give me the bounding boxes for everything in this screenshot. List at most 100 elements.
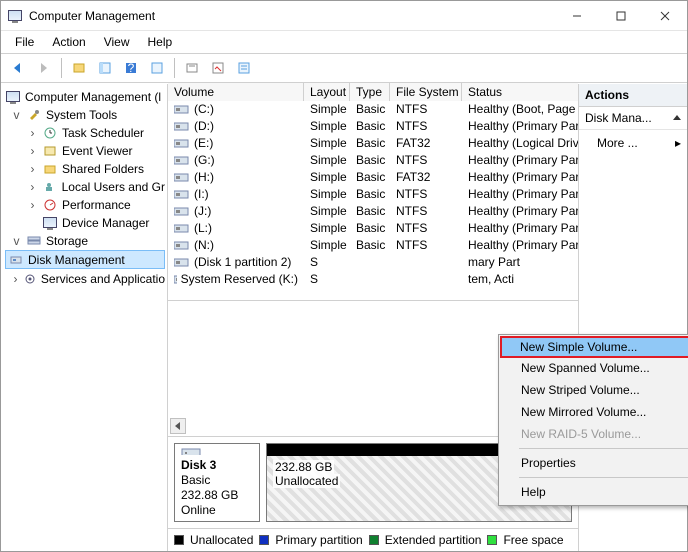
properties-button[interactable]	[146, 57, 168, 79]
col-header-filesystem[interactable]: File System	[390, 83, 462, 101]
minimize-button[interactable]	[555, 1, 599, 31]
refresh-button[interactable]	[181, 57, 203, 79]
volume-row[interactable]: (Disk 1 partition 2)Smary Part	[168, 254, 578, 271]
volume-row[interactable]: (D:)SimpleBasicNTFSHealthy (Primary Part	[168, 118, 578, 135]
volume-status: Healthy (Primary Part	[462, 204, 578, 218]
menu-action[interactable]: Action	[44, 33, 93, 51]
col-header-type[interactable]: Type	[350, 83, 390, 101]
ctx-new-simple-volume[interactable]: New Simple Volume...	[500, 336, 688, 358]
volume-name: (I:)	[194, 187, 209, 201]
volume-list[interactable]: (C:)SimpleBasicNTFSHealthy (Boot, Page F…	[168, 101, 578, 301]
volume-row[interactable]: (N:)SimpleBasicNTFSHealthy (Primary Part	[168, 237, 578, 254]
up-button[interactable]	[68, 57, 90, 79]
toolbar: ?	[1, 54, 687, 83]
expand-icon[interactable]: ›	[27, 162, 38, 176]
disk-management-label: Disk Management	[28, 253, 125, 267]
volume-type: Basic	[350, 119, 390, 133]
col-header-status[interactable]: Status	[462, 83, 578, 101]
volume-row[interactable]: (J:)SimpleBasicNTFSHealthy (Primary Part	[168, 203, 578, 220]
volume-row[interactable]: (L:)SimpleBasicNTFSHealthy (Primary Part	[168, 220, 578, 237]
expand-icon[interactable]: ›	[27, 126, 38, 140]
console-tree[interactable]: Computer Management (l v System Tools › T…	[1, 84, 168, 551]
volume-name: (E:)	[194, 136, 213, 150]
volume-icon	[174, 206, 190, 217]
disk3-info[interactable]: Disk 3 Basic 232.88 GB Online	[174, 443, 260, 522]
tree-node-performance[interactable]: ›Performance	[5, 196, 165, 213]
tree-node-device-manager[interactable]: Device Manager	[5, 214, 165, 231]
volume-row[interactable]: (I:)SimpleBasicNTFSHealthy (Primary Part	[168, 186, 578, 203]
ctx-new-mirrored-volume[interactable]: New Mirrored Volume...	[501, 401, 688, 423]
volume-filesystem: FAT32	[390, 170, 462, 184]
menu-help[interactable]: Help	[140, 33, 181, 51]
volume-list-header[interactable]: Volume Layout Type File System Status	[168, 84, 578, 101]
tree-root-node[interactable]: Computer Management (l	[5, 88, 165, 105]
ctx-new-spanned-volume[interactable]: New Spanned Volume...	[501, 357, 688, 379]
forward-button[interactable]	[33, 57, 55, 79]
scroll-left-button[interactable]	[170, 418, 186, 434]
volume-row[interactable]: (G:)SimpleBasicNTFSHealthy (Primary Part	[168, 152, 578, 169]
context-menu: New Simple Volume... New Spanned Volume.…	[498, 334, 688, 506]
help-button[interactable]: ?	[120, 57, 142, 79]
storage-icon	[26, 233, 42, 249]
expand-icon[interactable]: ›	[11, 272, 20, 286]
ctx-help[interactable]: Help	[501, 481, 688, 503]
menu-file[interactable]: File	[7, 33, 42, 51]
tree-node-services[interactable]: › Services and Applicatio	[5, 270, 165, 287]
col-header-volume[interactable]: Volume	[168, 83, 304, 101]
volume-status: Healthy (Logical Drive	[462, 136, 578, 150]
collapse-icon[interactable]: v	[11, 108, 22, 122]
show-hide-console-tree-button[interactable]	[94, 57, 116, 79]
settings-button[interactable]	[207, 57, 229, 79]
legend-unallocated: Unallocated	[190, 533, 253, 547]
ctx-properties[interactable]: Properties	[501, 452, 688, 474]
list-button[interactable]	[233, 57, 255, 79]
menu-view[interactable]: View	[96, 33, 138, 51]
volume-row[interactable]: (H:)SimpleBasicFAT32Healthy (Primary Par…	[168, 169, 578, 186]
disk-icon	[181, 448, 201, 455]
volume-name: (C:)	[194, 102, 214, 116]
tree-node-shared-folders[interactable]: ›Shared Folders	[5, 160, 165, 177]
volume-icon	[174, 189, 190, 200]
legend-free: Free space	[503, 533, 563, 547]
volume-filesystem: FAT32	[390, 136, 462, 150]
tree-node-disk-management[interactable]: Disk Management	[5, 250, 165, 269]
volume-icon	[174, 257, 190, 268]
actions-more[interactable]: More ... ▸	[579, 130, 687, 156]
disk3-name: Disk 3	[181, 458, 255, 472]
legend: Unallocated Primary partition Extended p…	[168, 529, 578, 551]
services-icon	[24, 271, 37, 287]
back-button[interactable]	[7, 57, 29, 79]
expand-icon[interactable]: ›	[27, 144, 38, 158]
tools-icon	[26, 107, 42, 123]
tree-node-storage[interactable]: v Storage	[5, 232, 165, 249]
expand-icon[interactable]: ›	[27, 180, 38, 194]
maximize-button[interactable]	[599, 1, 643, 31]
tree-label: Task Scheduler	[62, 126, 144, 140]
volume-row[interactable]: (C:)SimpleBasicNTFSHealthy (Boot, Page F	[168, 101, 578, 118]
legend-swatch-extended	[369, 535, 379, 545]
volume-row[interactable]: System Reserved (K:)Stem, Acti	[168, 271, 578, 288]
users-icon	[42, 179, 58, 195]
volume-icon	[174, 121, 190, 132]
volume-name: (Disk 1 partition 2)	[194, 255, 291, 269]
tree-node-system-tools[interactable]: v System Tools	[5, 106, 165, 123]
col-header-layout[interactable]: Layout	[304, 83, 350, 101]
collapse-icon[interactable]: v	[11, 234, 22, 248]
ctx-new-raid5-volume: New RAID-5 Volume...	[501, 423, 688, 445]
ctx-new-striped-volume[interactable]: New Striped Volume...	[501, 379, 688, 401]
computer-icon	[5, 89, 21, 105]
tree-node-task-scheduler[interactable]: › Task Scheduler	[5, 124, 165, 141]
volume-type: Basic	[350, 187, 390, 201]
expand-icon[interactable]: ›	[27, 198, 38, 212]
close-button[interactable]	[643, 1, 687, 31]
performance-icon	[42, 197, 58, 213]
volume-status: Healthy (Primary Part	[462, 238, 578, 252]
volume-layout: Simple	[304, 221, 350, 235]
actions-section-disk-management[interactable]: Disk Mana...	[579, 107, 687, 130]
tree-node-event-viewer[interactable]: ›Event Viewer	[5, 142, 165, 159]
legend-swatch-primary	[259, 535, 269, 545]
volume-row[interactable]: (E:)SimpleBasicFAT32Healthy (Logical Dri…	[168, 135, 578, 152]
tree-node-local-users[interactable]: ›Local Users and Gr	[5, 178, 165, 195]
volume-filesystem: NTFS	[390, 102, 462, 116]
volume-name: System Reserved (K:)	[181, 272, 298, 286]
